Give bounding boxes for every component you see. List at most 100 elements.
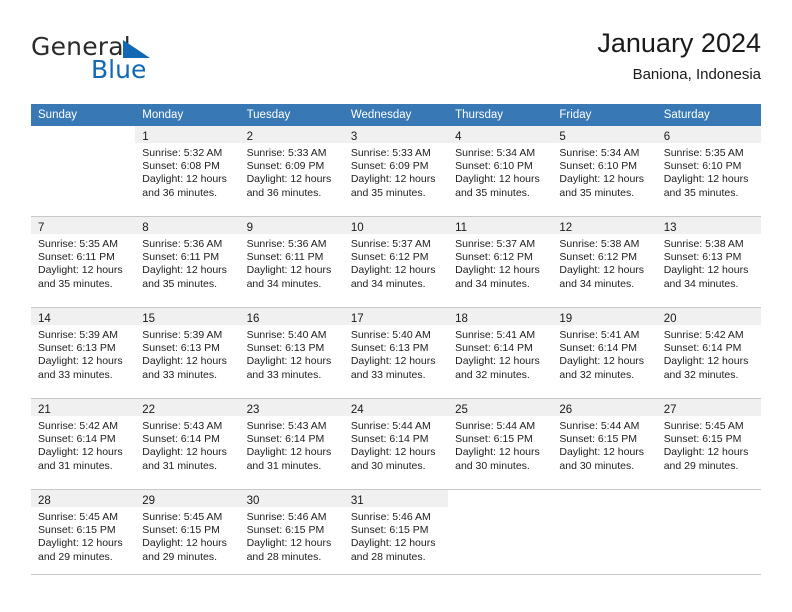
- page-title: January 2024: [597, 28, 761, 58]
- day-details: Sunrise: 5:42 AM Sunset: 6:14 PM Dayligh…: [663, 329, 749, 381]
- day-number: 2: [246, 131, 253, 143]
- day-number: 22: [142, 404, 156, 416]
- day-cell[interactable]: [552, 489, 657, 580]
- day-cell[interactable]: 27 Sunrise: 5:45 AM Sunset: 6:15 PM Dayli…: [656, 398, 761, 490]
- grid-bottom-border: [31, 574, 761, 575]
- brand-name-blue: Blue: [91, 55, 147, 84]
- day-details: Sunrise: 5:34 AM Sunset: 6:10 PM Dayligh…: [455, 147, 540, 199]
- day-cell[interactable]: 14 Sunrise: 5:39 AM Sunset: 6:13 PM Dayli…: [31, 307, 136, 399]
- day-cell[interactable]: 31 Sunrise: 5:46 AM Sunset: 6:15 PM Dayli…: [343, 489, 449, 580]
- day-cell[interactable]: 11 Sunrise: 5:37 AM Sunset: 6:12 PM Dayli…: [448, 216, 553, 308]
- day-number: 1: [142, 131, 149, 143]
- calendar-header-row: Sunday Monday Tuesday Wednesday Thursday…: [31, 104, 761, 126]
- day-cell[interactable]: 5 Sunrise: 5:34 AM Sunset: 6:10 PM Daylig…: [552, 126, 657, 217]
- day-number: 30: [246, 495, 260, 507]
- weekday-header-monday: Monday: [135, 104, 240, 126]
- day-cell[interactable]: 17 Sunrise: 5:40 AM Sunset: 6:13 PM Dayli…: [343, 307, 449, 399]
- day-details: Sunrise: 5:38 AM Sunset: 6:12 PM Dayligh…: [559, 238, 645, 290]
- day-details: Sunrise: 5:45 AM Sunset: 6:15 PM Dayligh…: [663, 420, 749, 472]
- day-number: 31: [350, 495, 364, 507]
- day-details: Sunrise: 5:40 AM Sunset: 6:13 PM Dayligh…: [246, 329, 332, 381]
- brand-logo[interactable]: General Blue: [31, 32, 211, 92]
- day-cell[interactable]: 21 Sunrise: 5:42 AM Sunset: 6:14 PM Dayli…: [31, 398, 136, 490]
- day-cell[interactable]: [448, 489, 553, 580]
- day-number: 9: [246, 222, 253, 234]
- day-number: 18: [455, 313, 468, 325]
- day-number: 8: [142, 222, 149, 234]
- calendar-week-row: 28 Sunrise: 5:45 AM Sunset: 6:15 PM Dayli…: [31, 489, 761, 580]
- day-number: 12: [559, 222, 573, 234]
- day-cell[interactable]: 24 Sunrise: 5:44 AM Sunset: 6:14 PM Dayli…: [343, 398, 449, 490]
- day-details: Sunrise: 5:45 AM Sunset: 6:15 PM Dayligh…: [38, 511, 123, 563]
- weekday-header-tuesday: Tuesday: [239, 104, 344, 126]
- day-details: Sunrise: 5:33 AM Sunset: 6:09 PM Dayligh…: [350, 147, 436, 199]
- day-number: 28: [38, 495, 51, 507]
- day-number: 21: [38, 404, 51, 416]
- day-details: Sunrise: 5:35 AM Sunset: 6:10 PM Dayligh…: [663, 147, 749, 199]
- day-details: Sunrise: 5:36 AM Sunset: 6:11 PM Dayligh…: [246, 238, 332, 290]
- day-cell[interactable]: 16 Sunrise: 5:40 AM Sunset: 6:13 PM Dayli…: [239, 307, 344, 399]
- day-cell[interactable]: 25 Sunrise: 5:44 AM Sunset: 6:15 PM Dayli…: [448, 398, 553, 490]
- day-number: 19: [559, 313, 573, 325]
- calendar-week-row: 14 Sunrise: 5:39 AM Sunset: 6:13 PM Dayli…: [31, 307, 761, 399]
- calendar-week-row: 1 Sunrise: 5:32 AM Sunset: 6:08 PM Daylig…: [31, 126, 761, 217]
- day-cell[interactable]: 3 Sunrise: 5:33 AM Sunset: 6:09 PM Daylig…: [343, 126, 449, 217]
- day-cell[interactable]: 28 Sunrise: 5:45 AM Sunset: 6:15 PM Dayli…: [31, 489, 136, 580]
- day-cell[interactable]: 20 Sunrise: 5:42 AM Sunset: 6:14 PM Dayli…: [656, 307, 761, 399]
- calendar-body: 1 Sunrise: 5:32 AM Sunset: 6:08 PM Daylig…: [31, 126, 761, 580]
- day-cell[interactable]: 13 Sunrise: 5:38 AM Sunset: 6:13 PM Dayli…: [656, 216, 761, 308]
- page-subtitle: Baniona, Indonesia: [632, 66, 761, 83]
- calendar-page: General Blue January 2024 Baniona, Indon…: [0, 0, 792, 612]
- weekday-header-saturday: Saturday: [656, 104, 761, 126]
- day-details: [657, 507, 761, 511]
- day-cell[interactable]: 1 Sunrise: 5:32 AM Sunset: 6:08 PM Daylig…: [135, 126, 240, 217]
- day-details: Sunrise: 5:36 AM Sunset: 6:11 PM Dayligh…: [142, 238, 227, 290]
- day-details: [448, 507, 552, 511]
- day-cell[interactable]: 10 Sunrise: 5:37 AM Sunset: 6:12 PM Dayli…: [343, 216, 449, 308]
- day-number: 5: [559, 131, 566, 143]
- day-details: Sunrise: 5:43 AM Sunset: 6:14 PM Dayligh…: [246, 420, 332, 472]
- day-cell[interactable]: 15 Sunrise: 5:39 AM Sunset: 6:13 PM Dayli…: [135, 307, 240, 399]
- day-cell[interactable]: 18 Sunrise: 5:41 AM Sunset: 6:14 PM Dayli…: [448, 307, 553, 399]
- day-details: Sunrise: 5:40 AM Sunset: 6:13 PM Dayligh…: [350, 329, 436, 381]
- day-details: Sunrise: 5:43 AM Sunset: 6:14 PM Dayligh…: [142, 420, 227, 472]
- day-details: [552, 507, 656, 511]
- weekday-header-friday: Friday: [552, 104, 657, 126]
- title-block: January 2024 Baniona, Indonesia: [597, 26, 761, 86]
- day-details: Sunrise: 5:32 AM Sunset: 6:08 PM Dayligh…: [142, 147, 227, 199]
- day-number: 23: [246, 404, 260, 416]
- day-number: 26: [559, 404, 573, 416]
- day-cell[interactable]: [656, 489, 761, 580]
- day-cell[interactable]: [31, 126, 136, 217]
- day-details: Sunrise: 5:44 AM Sunset: 6:15 PM Dayligh…: [559, 420, 645, 472]
- day-number: 11: [455, 222, 468, 234]
- day-details: Sunrise: 5:46 AM Sunset: 6:15 PM Dayligh…: [350, 511, 436, 563]
- day-cell[interactable]: 6 Sunrise: 5:35 AM Sunset: 6:10 PM Daylig…: [656, 126, 761, 217]
- day-details: [31, 143, 135, 147]
- day-number: 16: [246, 313, 260, 325]
- day-details: Sunrise: 5:45 AM Sunset: 6:15 PM Dayligh…: [142, 511, 227, 563]
- day-cell[interactable]: 8 Sunrise: 5:36 AM Sunset: 6:11 PM Daylig…: [135, 216, 240, 308]
- day-cell[interactable]: 29 Sunrise: 5:45 AM Sunset: 6:15 PM Dayli…: [135, 489, 240, 580]
- day-cell[interactable]: 9 Sunrise: 5:36 AM Sunset: 6:11 PM Daylig…: [239, 216, 344, 308]
- day-cell[interactable]: 22 Sunrise: 5:43 AM Sunset: 6:14 PM Dayli…: [135, 398, 240, 490]
- day-number: 27: [663, 404, 677, 416]
- day-details: Sunrise: 5:44 AM Sunset: 6:14 PM Dayligh…: [350, 420, 436, 472]
- calendar-week-row: 7 Sunrise: 5:35 AM Sunset: 6:11 PM Daylig…: [31, 216, 761, 308]
- day-details: Sunrise: 5:46 AM Sunset: 6:15 PM Dayligh…: [246, 511, 332, 563]
- day-details: Sunrise: 5:41 AM Sunset: 6:14 PM Dayligh…: [455, 329, 540, 381]
- day-details: Sunrise: 5:39 AM Sunset: 6:13 PM Dayligh…: [142, 329, 227, 381]
- day-cell[interactable]: 30 Sunrise: 5:46 AM Sunset: 6:15 PM Dayli…: [239, 489, 344, 580]
- day-cell[interactable]: 19 Sunrise: 5:41 AM Sunset: 6:14 PM Dayli…: [552, 307, 657, 399]
- day-cell[interactable]: 26 Sunrise: 5:44 AM Sunset: 6:15 PM Dayli…: [552, 398, 657, 490]
- day-cell[interactable]: 23 Sunrise: 5:43 AM Sunset: 6:14 PM Dayli…: [239, 398, 344, 490]
- day-cell[interactable]: 12 Sunrise: 5:38 AM Sunset: 6:12 PM Dayli…: [552, 216, 657, 308]
- day-cell[interactable]: 4 Sunrise: 5:34 AM Sunset: 6:10 PM Daylig…: [448, 126, 553, 217]
- day-cell[interactable]: 7 Sunrise: 5:35 AM Sunset: 6:11 PM Daylig…: [31, 216, 136, 308]
- day-details: Sunrise: 5:37 AM Sunset: 6:12 PM Dayligh…: [350, 238, 436, 290]
- day-number: 6: [663, 131, 671, 143]
- day-cell[interactable]: 2 Sunrise: 5:33 AM Sunset: 6:09 PM Daylig…: [239, 126, 344, 217]
- day-details: Sunrise: 5:34 AM Sunset: 6:10 PM Dayligh…: [559, 147, 645, 199]
- day-number: 13: [663, 222, 677, 234]
- day-details: Sunrise: 5:38 AM Sunset: 6:13 PM Dayligh…: [663, 238, 749, 290]
